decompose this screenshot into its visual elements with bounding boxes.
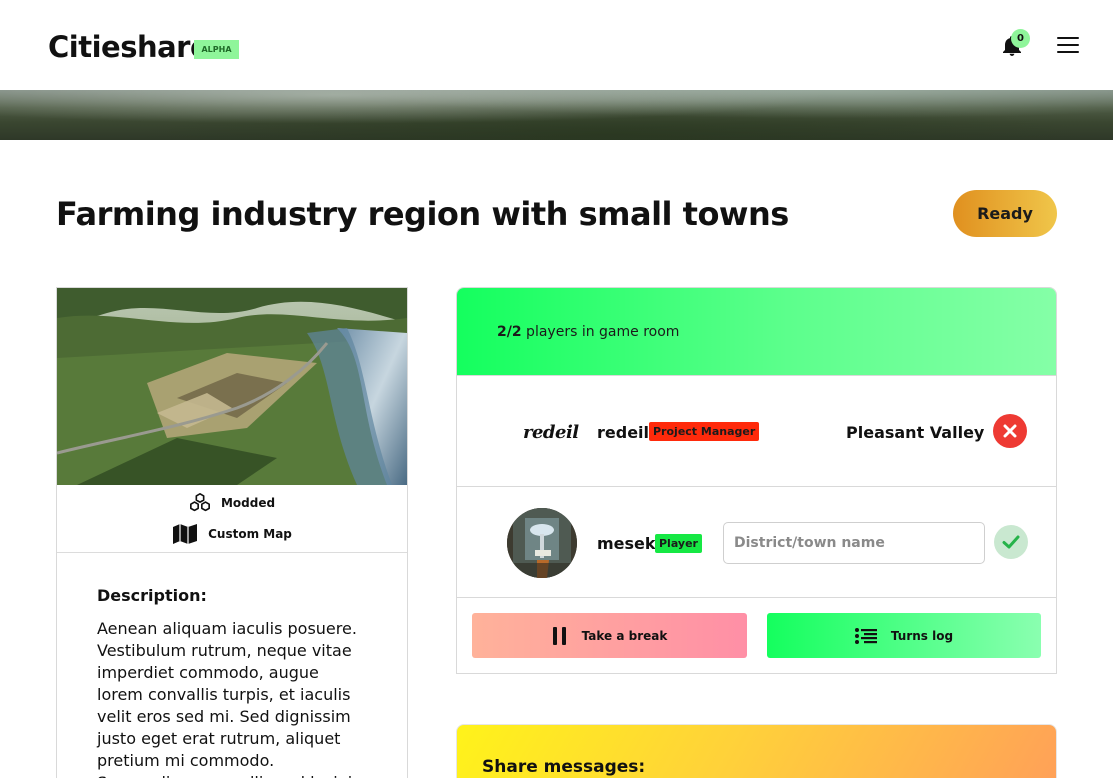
checkmark-icon [1002, 535, 1020, 549]
hamburger-menu-icon[interactable] [1057, 37, 1079, 54]
players-count: 2/2 players in game room [497, 324, 679, 340]
row-divider [457, 597, 1056, 598]
share-messages-heading: Share messages: [482, 757, 646, 777]
player-avatar-image [507, 508, 577, 578]
role-badge-project-manager: Project Manager [649, 422, 760, 441]
district-town-name-input[interactable] [723, 522, 985, 564]
player-name: redeil [597, 423, 650, 442]
alpha-badge: ALPHA [194, 40, 239, 59]
modded-label: Modded [220, 496, 276, 510]
player-name: mesek [597, 534, 656, 553]
notification-count-badge: 0 [1011, 29, 1030, 48]
modded-tag: Modded [57, 492, 407, 514]
turns-log-button[interactable]: Turns log [767, 613, 1041, 658]
row-divider [457, 486, 1056, 487]
hero-banner [0, 90, 1113, 140]
avatar [507, 508, 577, 578]
turns-log-label: Turns log [890, 628, 954, 643]
custom-map-tag: Custom Map [57, 522, 407, 546]
description-text: Aenean aliquam iaculis posuere. Vestibul… [97, 619, 362, 778]
map-preview-image [57, 288, 407, 485]
take-a-break-button[interactable]: Take a break [472, 613, 747, 658]
top-header: Citieshare ALPHA 0 [0, 0, 1113, 90]
list-icon [854, 627, 877, 644]
game-room-card: 2/2 players in game room redeil redeil P… [456, 287, 1057, 674]
cubes-icon [189, 493, 210, 512]
game-room-header: 2/2 players in game room [457, 288, 1056, 376]
players-count-text: players in game room [521, 324, 680, 340]
card-divider [57, 552, 407, 553]
players-count-value: 2/2 [497, 324, 522, 340]
map-icon [173, 524, 198, 544]
player-signature-avatar: redeil [523, 422, 579, 443]
brand-logo[interactable]: Citieshare [48, 30, 210, 64]
page-title: Farming industry region with small towns [56, 195, 789, 233]
close-icon [1003, 424, 1017, 438]
map-info-card: Modded Custom Map Description: Aenean al… [56, 287, 408, 778]
confirm-town-button[interactable] [994, 525, 1028, 559]
role-badge-player: Player [655, 534, 702, 553]
custom-map-label: Custom Map [208, 527, 292, 541]
share-messages-card: Share messages: [456, 724, 1057, 778]
ready-button[interactable]: Ready [953, 190, 1057, 237]
pause-icon [552, 626, 566, 645]
player-town-name: Pleasant Valley [846, 423, 985, 442]
remove-player-button[interactable] [993, 414, 1027, 448]
take-a-break-label: Take a break [581, 628, 668, 643]
description-heading: Description: [97, 586, 207, 605]
